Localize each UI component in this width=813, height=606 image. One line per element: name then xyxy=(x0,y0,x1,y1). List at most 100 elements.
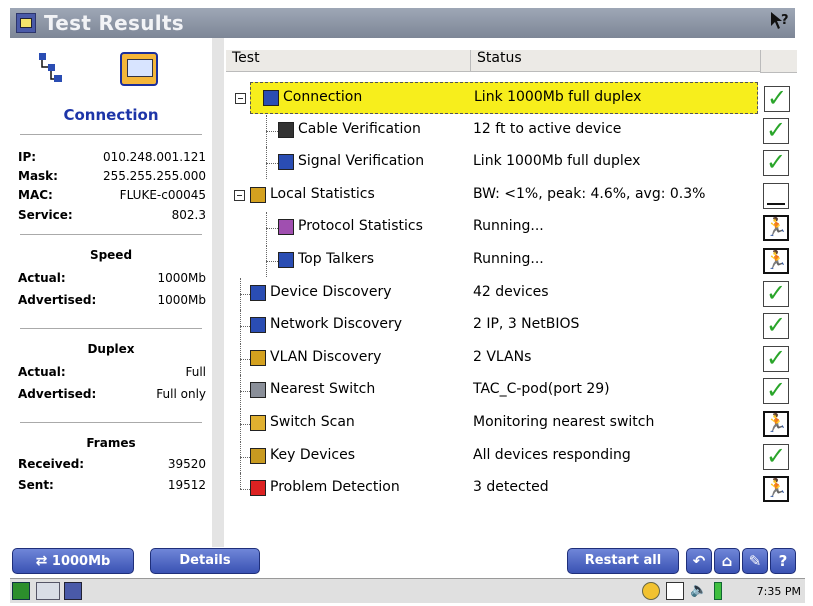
test-row[interactable]: Switch Scan Monitoring nearest switch 🏃 xyxy=(226,408,796,440)
app-window-icon[interactable] xyxy=(64,582,82,600)
service-row: Service: 802.3 xyxy=(18,208,206,226)
test-name: Nearest Switch xyxy=(270,381,376,398)
frames-sent-row: Sent: 19512 xyxy=(18,478,206,496)
test-row[interactable]: Connection Link 1000Mb full duplex ✓ xyxy=(235,82,790,114)
test-status: Running... xyxy=(473,218,544,235)
test-status: 12 ft to active device xyxy=(473,120,622,137)
test-row[interactable]: Device Discovery 42 devices ✓ xyxy=(226,277,796,310)
tree-line xyxy=(266,245,267,277)
connection-summary-panel: Connection IP: 010.248.001.121 Mask: 255… xyxy=(10,38,212,538)
running-icon: 🏃 xyxy=(763,248,789,274)
top-talkers-icon xyxy=(278,252,294,268)
taskbar: 🔈 7:35 PM xyxy=(10,578,805,603)
speaker-icon[interactable]: 🔈 xyxy=(690,582,710,600)
home-button[interactable]: ⌂ xyxy=(714,548,740,574)
status-globe-icon[interactable] xyxy=(642,582,660,600)
divider xyxy=(20,422,202,423)
keyboard-icon[interactable] xyxy=(36,582,60,600)
tree-connector xyxy=(266,163,278,165)
tree-line xyxy=(266,147,267,180)
mask-label: Mask: xyxy=(18,169,58,183)
duplex-actual-value: Full xyxy=(185,365,206,379)
speed-advertised-row: Advertised: 1000Mb xyxy=(18,293,206,311)
test-row[interactable]: Local Statistics BW: <1%, peak: 4.6%, avg… xyxy=(226,180,796,212)
bottom-toolbar: ⇄ 1000Mb Details Restart all ↶ ⌂ ✎ ? xyxy=(10,547,796,577)
test-row[interactable]: Network Discovery 2 IP, 3 NetBIOS ✓ xyxy=(226,310,796,343)
pass-check-icon: ✓ xyxy=(763,117,789,144)
test-name: Key Devices xyxy=(270,446,356,463)
connection-icon xyxy=(263,90,279,106)
duplex-actual-row: Actual: Full xyxy=(18,365,206,383)
restart-all-button[interactable]: Restart all xyxy=(567,548,679,574)
column-header-result xyxy=(760,50,797,73)
device-icon xyxy=(250,284,266,301)
column-header-status[interactable]: Status xyxy=(470,50,760,72)
duplex-advertised-value: Full only xyxy=(156,387,206,401)
test-row[interactable]: VLAN Discovery 2 VLANs ✓ xyxy=(226,342,796,375)
mac-value: FLUKE-c00045 xyxy=(119,188,206,202)
device-screen: Test Results ? Connection IP: 010.248.00… xyxy=(0,0,813,606)
service-label: Service: xyxy=(18,208,73,222)
test-name: Cable Verification xyxy=(298,120,421,137)
signal-icon xyxy=(278,154,294,171)
test-status: Monitoring nearest switch xyxy=(473,414,655,430)
monitor-icon[interactable] xyxy=(120,52,158,86)
cable-icon xyxy=(278,121,294,138)
network-icon xyxy=(250,317,266,334)
clipboard-icon[interactable] xyxy=(666,582,684,600)
test-row[interactable]: Key Devices All devices responding ✓ xyxy=(226,440,796,473)
battery-icon[interactable] xyxy=(714,582,722,600)
ip-value: 010.248.001.121 xyxy=(102,150,206,164)
speed-actual-label: Actual: xyxy=(18,271,66,285)
pass-check-icon: ✓ xyxy=(763,150,789,177)
running-icon: 🏃 xyxy=(763,411,789,437)
help-pointer-icon[interactable]: ? xyxy=(769,10,791,39)
tree-line xyxy=(240,473,241,490)
scan-icon xyxy=(250,415,266,431)
tree-line xyxy=(266,114,267,147)
divider xyxy=(20,134,202,135)
test-name: VLAN Discovery xyxy=(270,348,382,365)
speed-heading: Speed xyxy=(89,248,133,262)
home-icon: ⌂ xyxy=(721,552,733,570)
test-status: 2 VLANs xyxy=(473,348,532,365)
tree-line xyxy=(240,440,241,473)
help-button[interactable]: ? xyxy=(770,548,796,574)
test-row[interactable]: Protocol Statistics Running... 🏃 xyxy=(226,212,796,245)
speed-button[interactable]: ⇄ 1000Mb xyxy=(12,548,134,574)
pass-check-icon: ✓ xyxy=(763,280,789,307)
mask-row: Mask: 255.255.255.000 xyxy=(18,169,206,187)
details-button[interactable]: Details xyxy=(150,548,260,574)
svg-text:?: ? xyxy=(781,13,789,28)
test-name: Protocol Statistics xyxy=(298,218,423,235)
tree-line xyxy=(266,212,267,245)
pass-check-icon: ✓ xyxy=(764,86,790,112)
column-header-test[interactable]: Test xyxy=(226,50,470,72)
back-button[interactable]: ↶ xyxy=(686,548,712,574)
vlan-icon xyxy=(250,349,266,366)
frames-heading: Frames xyxy=(86,436,136,450)
test-name: Network Discovery xyxy=(270,316,403,333)
service-value: 802.3 xyxy=(171,208,206,222)
app-icon xyxy=(16,13,36,33)
window-title: Test Results xyxy=(44,11,185,35)
collapse-toggle[interactable] xyxy=(235,93,246,104)
protocol-icon xyxy=(278,219,294,236)
collapse-toggle[interactable] xyxy=(234,189,245,201)
link-speed-icon: ⇄ xyxy=(35,553,48,569)
test-name: Signal Verification xyxy=(298,153,425,170)
duplex-actual-label: Actual: xyxy=(18,365,66,379)
test-row[interactable]: Nearest Switch TAC_C-pod(port 29) ✓ xyxy=(226,375,796,408)
key-icon xyxy=(250,447,266,464)
start-icon[interactable] xyxy=(12,582,30,600)
test-row[interactable]: Signal Verification Link 1000Mb full dupl… xyxy=(226,147,796,180)
back-arrow-icon: ↶ xyxy=(692,552,706,570)
test-row[interactable]: Problem Detection 3 detected 🏃 xyxy=(226,473,796,505)
tools-button[interactable]: ✎ xyxy=(742,548,768,574)
frames-received-value: 39520 xyxy=(167,457,206,471)
test-row[interactable]: Top Talkers Running... 🏃 xyxy=(226,245,796,277)
tree-line xyxy=(240,408,241,440)
test-row[interactable]: Cable Verification 12 ft to active device… xyxy=(226,114,796,147)
test-status: BW: <1%, peak: 4.6%, avg: 0.3% xyxy=(473,185,706,202)
tree-line xyxy=(240,310,241,343)
